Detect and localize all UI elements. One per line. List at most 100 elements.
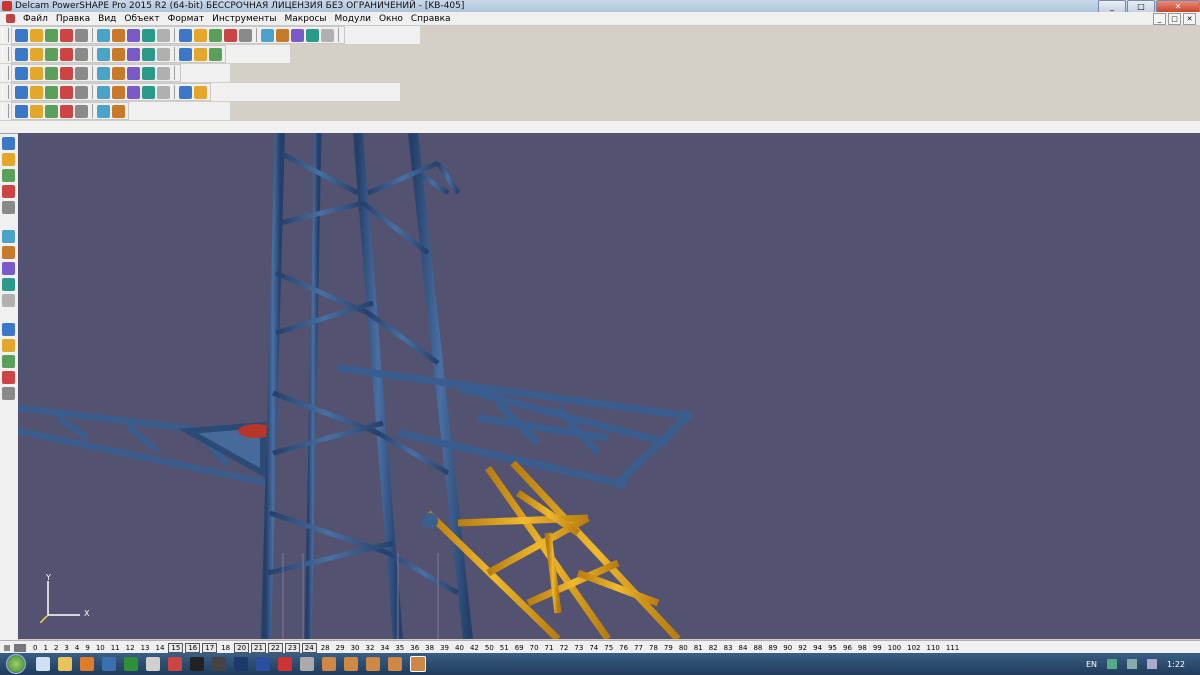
fillet-icon[interactable]	[2, 278, 15, 291]
level-button[interactable]: 12	[123, 644, 138, 652]
level-button[interactable]: 82	[706, 644, 721, 652]
text-icon[interactable]	[261, 28, 274, 42]
level-button[interactable]: 22	[267, 642, 283, 653]
pan-icon[interactable]	[142, 47, 155, 61]
redo-icon[interactable]	[157, 28, 170, 42]
revolve-icon[interactable]	[60, 85, 73, 99]
app-icon-6[interactable]	[146, 657, 160, 671]
level-button[interactable]: 51	[497, 644, 512, 652]
surface-edit-icon[interactable]	[2, 355, 15, 368]
menu-tools[interactable]: Инструменты	[208, 14, 280, 24]
level-button[interactable]: 35	[392, 644, 407, 652]
app-icon-11[interactable]	[256, 657, 270, 671]
assembly-icon[interactable]	[15, 104, 28, 118]
clock[interactable]: 1:22	[1167, 660, 1185, 669]
level-button[interactable]: 80	[676, 644, 691, 652]
level-button[interactable]: 23	[284, 642, 300, 653]
surface-icon[interactable]	[60, 66, 73, 80]
level-button[interactable]: 90	[780, 644, 795, 652]
level-button[interactable]: 71	[542, 644, 557, 652]
network-icon[interactable]	[1107, 659, 1118, 669]
level-button[interactable]: 89	[765, 644, 780, 652]
sketch-icon[interactable]	[15, 85, 28, 99]
level-button[interactable]: 9	[82, 644, 92, 652]
zoom-fit-icon[interactable]	[127, 47, 140, 61]
mirror-icon[interactable]	[142, 85, 155, 99]
app-icon-13[interactable]	[300, 657, 314, 671]
open-icon[interactable]	[30, 28, 43, 42]
pattern-icon[interactable]	[157, 85, 170, 99]
level-button[interactable]: 3	[61, 644, 71, 652]
offset-icon[interactable]	[2, 246, 15, 259]
zoom-out-icon[interactable]	[97, 47, 110, 61]
level-button[interactable]: 81	[691, 644, 706, 652]
mesh-edit-icon[interactable]	[2, 387, 15, 400]
delete-icon[interactable]	[127, 28, 140, 42]
menu-file[interactable]: Файл	[19, 14, 52, 24]
level-button[interactable]: 1	[40, 644, 50, 652]
powershape-icon[interactable]	[322, 657, 336, 671]
sweep-icon[interactable]	[75, 85, 88, 99]
undo-icon[interactable]	[142, 28, 155, 42]
blend-icon[interactable]	[2, 201, 15, 214]
fillet-icon[interactable]	[30, 85, 43, 99]
level-button[interactable]: 28	[318, 644, 333, 652]
save-icon[interactable]	[45, 28, 58, 42]
level-button[interactable]: 30	[348, 644, 363, 652]
level-button[interactable]: 20	[234, 642, 250, 653]
circle-icon[interactable]	[224, 28, 237, 42]
paste-icon[interactable]	[112, 28, 125, 42]
level-button[interactable]: 83	[721, 644, 736, 652]
powershape-icon-4[interactable]	[388, 657, 402, 671]
level-button[interactable]: 0	[30, 644, 40, 652]
gear-icon[interactable]	[306, 28, 319, 42]
menu-edit[interactable]: Правка	[52, 14, 94, 24]
level-button[interactable]: 98	[855, 644, 870, 652]
menu-format[interactable]: Формат	[164, 14, 209, 24]
language-indicator[interactable]: EN	[1086, 660, 1097, 669]
level-button[interactable]: 84	[736, 644, 751, 652]
level-button[interactable]: 39	[437, 644, 452, 652]
level-button[interactable]: 18	[218, 644, 233, 652]
level-button[interactable]: 74	[586, 644, 601, 652]
level-button[interactable]: 100	[885, 644, 904, 652]
motion-icon[interactable]	[60, 104, 73, 118]
explode-icon[interactable]	[75, 104, 88, 118]
level-button[interactable]: 76	[616, 644, 631, 652]
document-icon[interactable]	[6, 14, 15, 23]
level-button[interactable]: 75	[601, 644, 616, 652]
word-icon[interactable]	[102, 657, 116, 671]
new-icon[interactable]	[15, 28, 28, 42]
ie-icon[interactable]	[36, 657, 50, 671]
level-button[interactable]: 78	[646, 644, 661, 652]
view-side-icon[interactable]	[30, 47, 43, 61]
level-button[interactable]: 92	[795, 644, 810, 652]
line-icon[interactable]	[194, 28, 207, 42]
start-button[interactable]	[6, 654, 26, 674]
print-icon[interactable]	[60, 28, 73, 42]
level-button[interactable]: 73	[571, 644, 586, 652]
constraint-icon[interactable]	[45, 104, 58, 118]
level-button[interactable]: 99	[870, 644, 885, 652]
powershape-active-icon[interactable]	[410, 656, 426, 672]
level-icon[interactable]	[30, 66, 43, 80]
level-button[interactable]: 72	[556, 644, 571, 652]
level-button[interactable]: 38	[422, 644, 437, 652]
transform-icon[interactable]	[2, 294, 15, 307]
boolean-icon[interactable]	[127, 85, 140, 99]
app-icon-9[interactable]	[212, 657, 226, 671]
level-button[interactable]: 88	[750, 644, 765, 652]
dimension-icon[interactable]	[276, 28, 289, 42]
flag-icon[interactable]	[1147, 659, 1158, 669]
graphics-viewport[interactable]: Y X	[18, 133, 1200, 639]
analyze-icon[interactable]	[142, 66, 155, 80]
loft-icon[interactable]	[97, 85, 110, 99]
view-top-icon[interactable]	[45, 47, 58, 61]
material-icon[interactable]	[112, 66, 125, 80]
component-icon[interactable]	[30, 104, 43, 118]
level-button[interactable]: 32	[362, 644, 377, 652]
mirror-icon[interactable]	[2, 323, 15, 336]
check-icon[interactable]	[194, 85, 207, 99]
warning-icon[interactable]	[2, 185, 15, 198]
level-button[interactable]: 11	[108, 644, 123, 652]
